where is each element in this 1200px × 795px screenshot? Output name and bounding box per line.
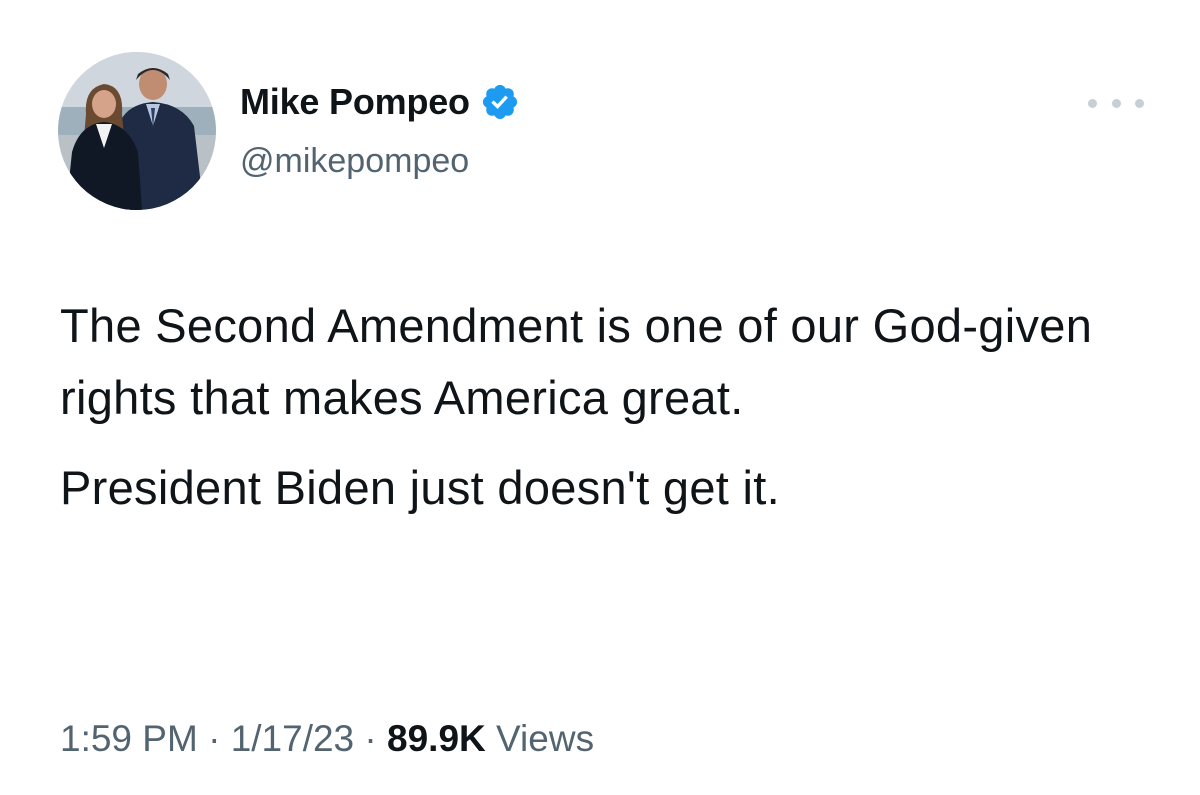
- tweet-text: The Second Amendment is one of our God-g…: [60, 290, 1160, 524]
- meta-separator: ·: [208, 718, 221, 759]
- tweet-metadata: 1:59 PM · 1/17/23 · 89.9K Views: [60, 712, 594, 766]
- meta-separator: ·: [364, 718, 377, 759]
- more-horizontal-icon[interactable]: [1088, 88, 1144, 118]
- verified-badge-icon: [480, 82, 520, 122]
- more-dot: [1088, 98, 1097, 108]
- views-label: Views: [496, 718, 595, 759]
- author-handle[interactable]: @mikepompeo: [240, 138, 469, 184]
- views-count[interactable]: 89.9K: [387, 718, 486, 759]
- more-dot: [1111, 98, 1121, 108]
- more-dot: [1135, 98, 1144, 108]
- tweet: Mike Pompeo @mikepompeo The Second Amend…: [0, 0, 1200, 795]
- author-name-row: Mike Pompeo: [240, 78, 520, 126]
- avatar[interactable]: [58, 52, 216, 210]
- tweet-time[interactable]: 1:59 PM: [60, 718, 198, 759]
- tweet-paragraph: President Biden just doesn't get it.: [60, 461, 780, 514]
- tweet-paragraph: The Second Amendment is one of our God-g…: [60, 299, 1093, 424]
- avatar-photo: [58, 52, 216, 210]
- tweet-date[interactable]: 1/17/23: [231, 718, 354, 759]
- author-display-name[interactable]: Mike Pompeo: [240, 78, 470, 126]
